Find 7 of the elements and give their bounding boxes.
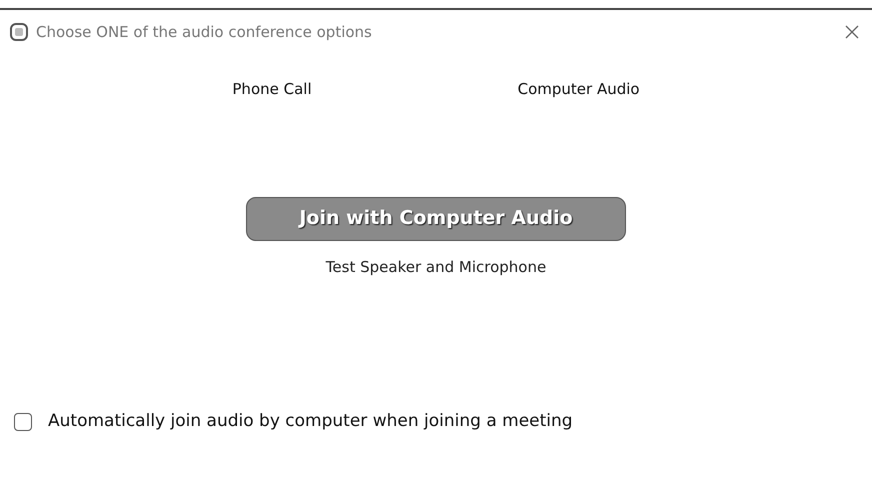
- window-title: Choose ONE of the audio conference options: [36, 22, 372, 43]
- test-audio-link[interactable]: Test Speaker and Microphone: [320, 254, 552, 279]
- app-icon: [10, 23, 28, 41]
- tab[interactable]: Phone Call: [224, 74, 320, 104]
- checkbox[interactable]: [14, 412, 32, 431]
- tab[interactable]: Computer Audio: [510, 74, 648, 104]
- auto-join-label: Automatically join audio by computer when joining a meeting: [48, 410, 573, 433]
